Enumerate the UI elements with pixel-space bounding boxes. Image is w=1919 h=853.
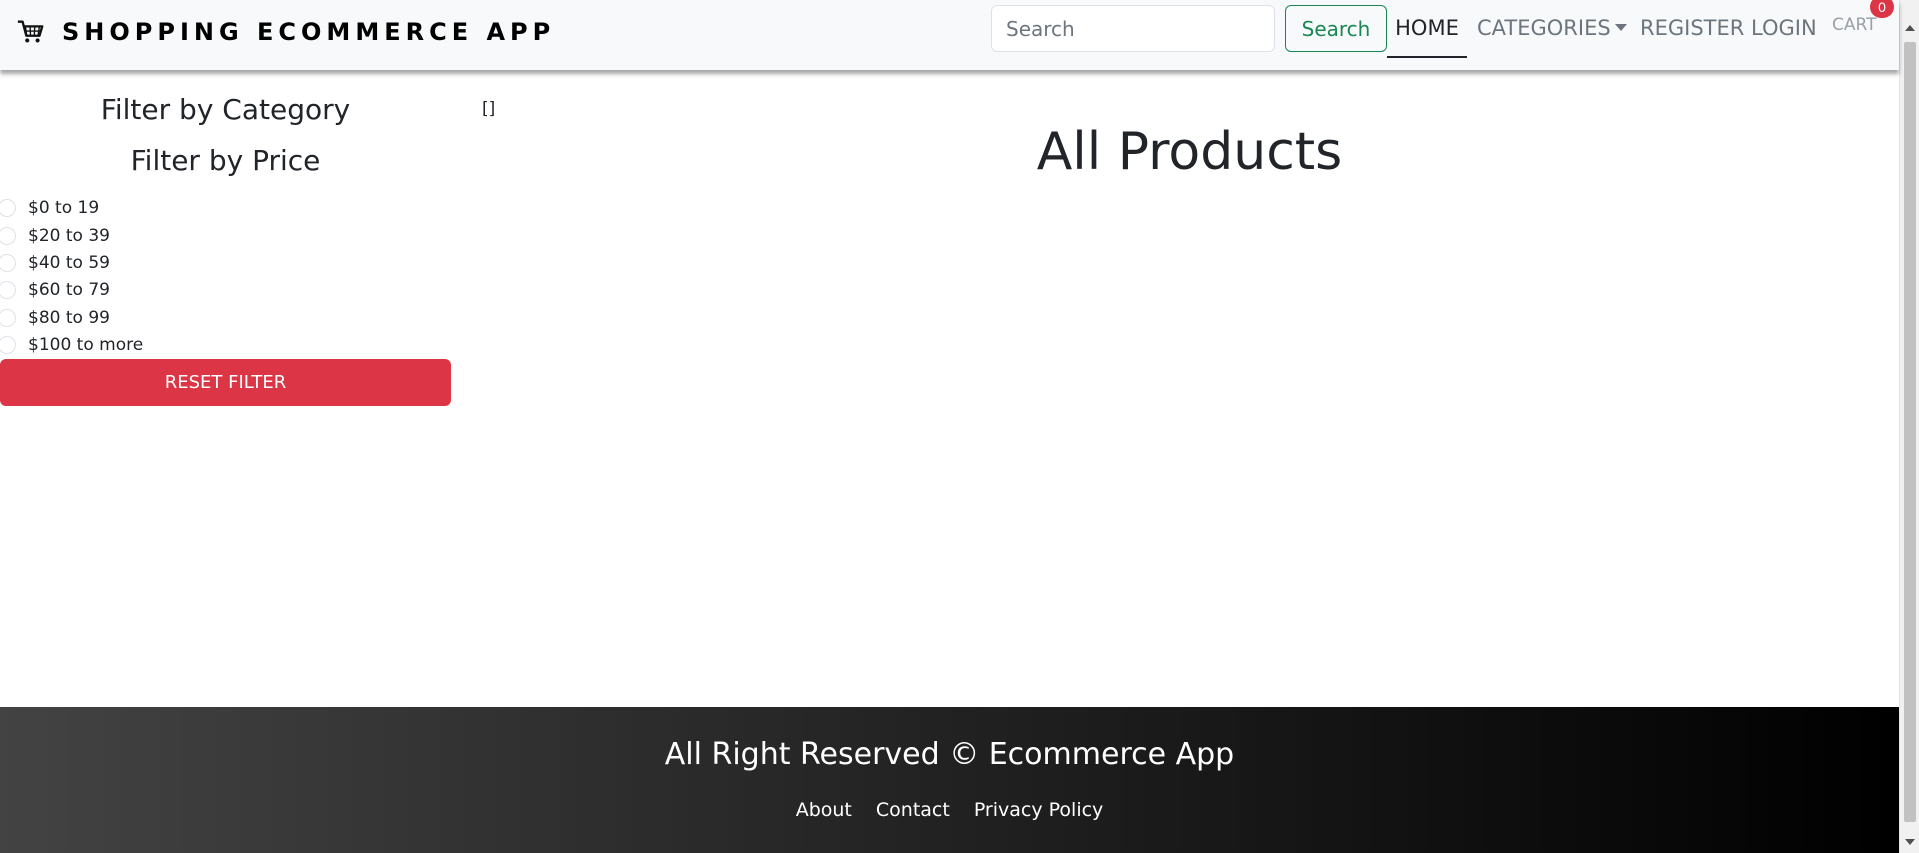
price-option-label: $80 to 99 [28, 308, 110, 328]
price-option[interactable]: $60 to 79 [0, 278, 110, 302]
price-option[interactable]: $20 to 39 [0, 224, 110, 248]
price-option-label: $0 to 19 [28, 198, 100, 218]
price-option-label: $40 to 59 [28, 253, 110, 273]
page-title: All Products [1036, 122, 1343, 182]
price-filter-title: Filter by Price [130, 144, 321, 177]
scroll-down-arrow-icon[interactable] [1905, 839, 1915, 845]
footer: All Right Reserved © Ecommerce App About… [0, 707, 1899, 853]
nav-categories-label: CATEGORIES [1477, 16, 1611, 40]
scrollbar-thumb[interactable] [1904, 42, 1916, 822]
price-option[interactable]: $0 to 19 [0, 196, 99, 220]
radio-button[interactable] [0, 199, 16, 217]
price-option[interactable]: $80 to 99 [0, 306, 110, 330]
price-option[interactable]: $100 to more [0, 333, 143, 357]
radio-button[interactable] [0, 281, 16, 299]
search-button[interactable]: Search [1285, 5, 1387, 52]
footer-link-contact[interactable]: Contact [876, 799, 950, 821]
category-filter-title: Filter by Category [100, 93, 351, 126]
nav-login-link[interactable]: LOGIN [1751, 16, 1817, 46]
brand-title: SHOPPING ECOMMERCE APP [62, 18, 556, 46]
footer-link-about[interactable]: About [796, 799, 852, 821]
search-input[interactable] [991, 5, 1275, 52]
nav-register-link[interactable]: REGISTER [1640, 16, 1744, 46]
chevron-down-icon [1614, 24, 1627, 31]
footer-copyright: All Right Reserved © Ecommerce App [664, 737, 1235, 772]
radio-button[interactable] [0, 336, 16, 354]
price-option-label: $100 to more [28, 335, 144, 355]
brand-link[interactable]: SHOPPING ECOMMERCE APP [16, 14, 555, 50]
price-option[interactable]: $40 to 59 [0, 251, 110, 275]
footer-links: About Contact Privacy Policy [0, 799, 1899, 821]
shopping-cart-icon [17, 20, 44, 43]
cart-count-badge: 0 [1870, 0, 1894, 18]
radio-button[interactable] [0, 309, 16, 327]
price-option-label: $60 to 79 [28, 280, 110, 300]
radio-button[interactable] [0, 227, 16, 245]
nav-cart-link[interactable]: CART [1832, 15, 1876, 45]
navbar: SHOPPING ECOMMERCE APP Search HOME CATEG… [0, 0, 1899, 70]
radio-button[interactable] [0, 254, 16, 272]
nav-home-link[interactable]: HOME [1387, 16, 1467, 58]
vertical-scrollbar[interactable] [1899, 0, 1919, 853]
footer-link-privacy-policy[interactable]: Privacy Policy [974, 799, 1103, 821]
scroll-up-arrow-icon[interactable] [1905, 25, 1915, 31]
price-option-label: $20 to 39 [28, 226, 110, 246]
debug-output: [] [482, 99, 496, 119]
reset-filter-button[interactable]: RESET FILTER [0, 359, 451, 406]
nav-categories-dropdown[interactable]: CATEGORIES [1477, 16, 1627, 46]
